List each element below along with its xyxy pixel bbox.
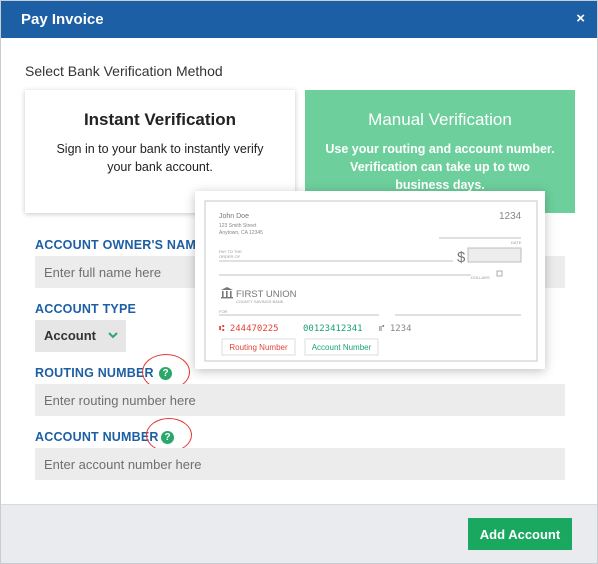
micr-account-number: 00123412341 (303, 324, 363, 334)
instant-verification-title: Instant Verification (83, 110, 237, 129)
account-help-annotation (146, 418, 192, 452)
owner-name-label: ACCOUNT OWNER'S NAME (35, 238, 205, 252)
check-bank-subtitle: COUNTY SAVINGS BANK (236, 299, 284, 304)
check-dollar-sign: $ (457, 249, 466, 266)
routing-number-label: ROUTING NUMBER (35, 366, 154, 380)
check-name: John Doe (219, 213, 249, 220)
account-number-tag: Account Number (312, 343, 372, 352)
check-pay-label-2: ORDER OF (219, 254, 241, 259)
check-date-label: DATE (511, 240, 522, 245)
close-icon[interactable]: × (576, 10, 585, 28)
add-account-button[interactable]: Add Account (468, 518, 572, 550)
account-number-input[interactable] (35, 448, 565, 480)
check-address-2: Anytown, CA 12345 (219, 230, 263, 236)
manual-verification-description: Use your routing and account number. Ver… (325, 142, 555, 192)
instant-verification-description: Sign in to your bank to instantly verify… (56, 142, 264, 174)
verification-method-label: Select Bank Verification Method (25, 63, 223, 79)
routing-number-input[interactable] (35, 384, 565, 416)
check-illustration: John Doe 123 Smith Street Anytown, CA 12… (204, 200, 538, 362)
check-dollars-label: DOLLARS (471, 275, 490, 280)
micr-check-number: ⑈ 1234 (379, 324, 412, 334)
dialog-titlebar: Pay Invoice × (1, 1, 597, 38)
check-help-popover: John Doe 123 Smith Street Anytown, CA 12… (195, 191, 545, 369)
dialog-footer: Add Account (1, 504, 597, 563)
micr-routing-number: ⑆ 244470225 (219, 324, 279, 334)
pay-invoice-dialog: Pay Invoice × Select Bank Verification M… (0, 0, 598, 564)
account-type-label: ACCOUNT TYPE (35, 302, 137, 316)
account-type-select[interactable]: Account (35, 320, 126, 352)
dialog-title: Pay Invoice (21, 11, 104, 28)
manual-verification-title: Manual Verification (368, 110, 512, 129)
check-address-1: 123 Smith Street (219, 223, 257, 229)
account-number-label: ACCOUNT NUMBER (35, 430, 159, 444)
account-type-value: Account (44, 328, 96, 343)
check-for-label: FOR (219, 309, 228, 314)
routing-number-tag: Routing Number (229, 343, 288, 352)
check-number: 1234 (499, 211, 522, 222)
chevron-down-icon (108, 332, 118, 339)
